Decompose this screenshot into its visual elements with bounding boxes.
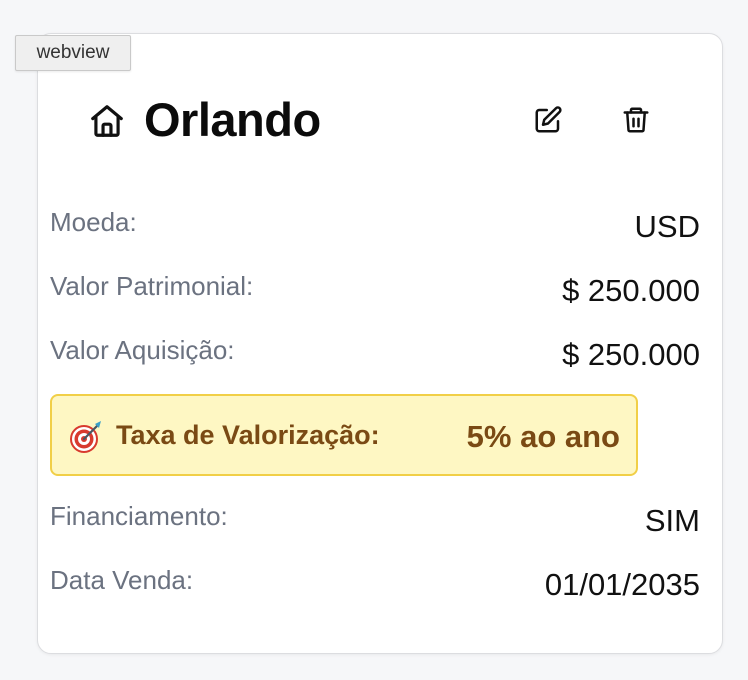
valorization-highlight: Taxa de Valorização: 5% ao ano (50, 394, 638, 476)
valorization-value: 5% ao ano (466, 419, 620, 454)
target-icon (70, 421, 101, 453)
field-label: Financiamento: (50, 501, 228, 531)
field-value: $ 250.000 (562, 273, 700, 308)
valorization-label: Taxa de Valorização: (116, 420, 380, 450)
field-value: $ 250.000 (562, 337, 700, 372)
field-row-valor-aquisicao: Valor Aquisição: $ 250.000 (50, 332, 700, 372)
property-title: Orlando (144, 93, 321, 146)
card-header: Orlando (88, 93, 672, 146)
field-row-moeda: Moeda: USD (50, 204, 700, 244)
field-row-data-venda: Data Venda: 01/01/2035 (50, 562, 700, 602)
home-icon (91, 105, 123, 137)
field-row-valor-patrimonial: Valor Patrimonial: $ 250.000 (50, 268, 700, 308)
webview-tooltip: webview (15, 35, 131, 71)
field-value: USD (634, 209, 700, 244)
edit-icon (535, 106, 562, 133)
field-label: Valor Patrimonial: (50, 271, 254, 301)
field-label: Valor Aquisição: (50, 335, 235, 365)
trash-icon (623, 107, 649, 133)
field-value: 01/01/2035 (544, 567, 700, 602)
field-row-financiamento: Financiamento: SIM (50, 498, 700, 538)
field-label: Data Venda: (50, 565, 194, 595)
edit-button[interactable] (528, 100, 568, 140)
field-label: Moeda: (50, 207, 137, 237)
field-value: SIM (644, 503, 700, 538)
delete-button[interactable] (616, 100, 656, 140)
